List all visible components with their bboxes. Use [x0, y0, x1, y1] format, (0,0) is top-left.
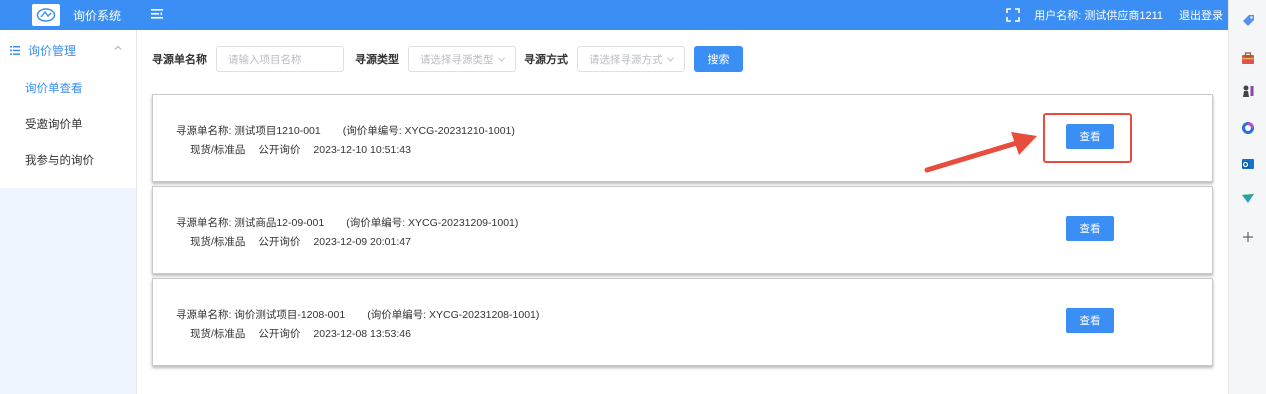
- list-icon: [10, 45, 20, 55]
- card-name: 寻源单名称: 测试项目1210-001: [176, 125, 321, 137]
- red-arrow-annotation: [924, 132, 1037, 173]
- chevron-down-icon: [667, 57, 674, 62]
- chess-icon[interactable]: [1240, 83, 1256, 99]
- card-name: 寻源单名称: 询价测试项目-1208-001: [176, 309, 346, 321]
- plus-icon[interactable]: [1240, 229, 1256, 245]
- logout-link[interactable]: 退出登录: [1179, 7, 1223, 23]
- card-method: 公开询价: [258, 144, 301, 156]
- card-method: 公开询价: [258, 328, 301, 340]
- card-code: (询价单编号: XYCG-20231209-1001): [346, 217, 519, 229]
- menu-toggle-icon[interactable]: [151, 8, 163, 20]
- chevron-up-icon: [114, 45, 122, 50]
- send-icon[interactable]: [1240, 190, 1256, 206]
- inquiry-card: 寻源单名称: 询价测试项目-1208-001 (询价单编号: XYCG-20231…: [152, 278, 1213, 366]
- card-category: 现货/标准品: [190, 328, 246, 340]
- card-code: (询价单编号: XYCG-20231208-1001): [367, 309, 540, 321]
- highlight-box: [1043, 113, 1132, 163]
- card-datetime: 2023-12-09 20:01:47: [313, 236, 411, 248]
- card-category: 现货/标准品: [190, 236, 246, 248]
- card-category: 现货/标准品: [190, 144, 246, 156]
- app-logo: [32, 4, 60, 26]
- name-filter-input[interactable]: 请输入项目名称: [216, 46, 344, 72]
- card-datetime: 2023-12-08 13:53:46: [313, 328, 411, 340]
- app-window: 询价系统 用户名称: 测试供应商1211 退出登录 询价管理 询价单查看 受邀询…: [0, 0, 1228, 394]
- app-title: 询价系统: [73, 8, 122, 23]
- sidebar: 询价管理 询价单查看 受邀询价单 我参与的询价: [0, 30, 137, 394]
- card-datetime: 2023-12-10 10:51:43: [313, 144, 411, 156]
- inquiry-card: 寻源单名称: 测试商品12-09-001 (询价单编号: XYCG-2023120…: [152, 186, 1213, 274]
- filter-bar: 寻源单名称 请输入项目名称 寻源类型 请选择寻源类型 寻源方式 请选择寻源方式 …: [152, 46, 743, 72]
- browser-side-panel: [1228, 0, 1266, 394]
- name-filter-label: 寻源单名称: [152, 54, 207, 66]
- sidebar-item-invited[interactable]: 受邀询价单: [0, 106, 136, 142]
- sidebar-group-inquiry[interactable]: 询价管理: [0, 30, 136, 70]
- search-button[interactable]: 搜索: [694, 46, 743, 72]
- method-filter-select[interactable]: 请选择寻源方式: [577, 46, 685, 72]
- sidebar-item-inquiry-view[interactable]: 询价单查看: [0, 70, 136, 106]
- type-filter-label: 寻源类型: [355, 54, 399, 66]
- copilot-icon[interactable]: [1240, 120, 1256, 136]
- sidebar-item-participated[interactable]: 我参与的询价: [0, 142, 136, 178]
- view-button[interactable]: 查看: [1066, 308, 1114, 333]
- card-name: 寻源单名称: 测试商品12-09-001: [176, 217, 325, 229]
- top-bar: 用户名称: 测试供应商1211 退出登录: [137, 0, 1228, 30]
- chevron-down-icon: [498, 57, 505, 62]
- outlook-icon[interactable]: [1240, 156, 1256, 172]
- logo-header: 询价系统: [0, 0, 137, 30]
- user-name: 用户名称: 测试供应商1211: [1034, 10, 1163, 22]
- type-filter-select[interactable]: 请选择寻源类型: [408, 46, 516, 72]
- fullscreen-icon[interactable]: [1006, 8, 1021, 22]
- card-method: 公开询价: [258, 236, 301, 248]
- toolbox-icon[interactable]: [1240, 50, 1256, 66]
- tag-icon[interactable]: [1240, 12, 1256, 28]
- view-button[interactable]: 查看: [1066, 216, 1114, 241]
- method-filter-label: 寻源方式: [524, 54, 568, 66]
- sidebar-group-label: 询价管理: [28, 43, 77, 58]
- card-code: (询价单编号: XYCG-20231210-1001): [342, 125, 515, 137]
